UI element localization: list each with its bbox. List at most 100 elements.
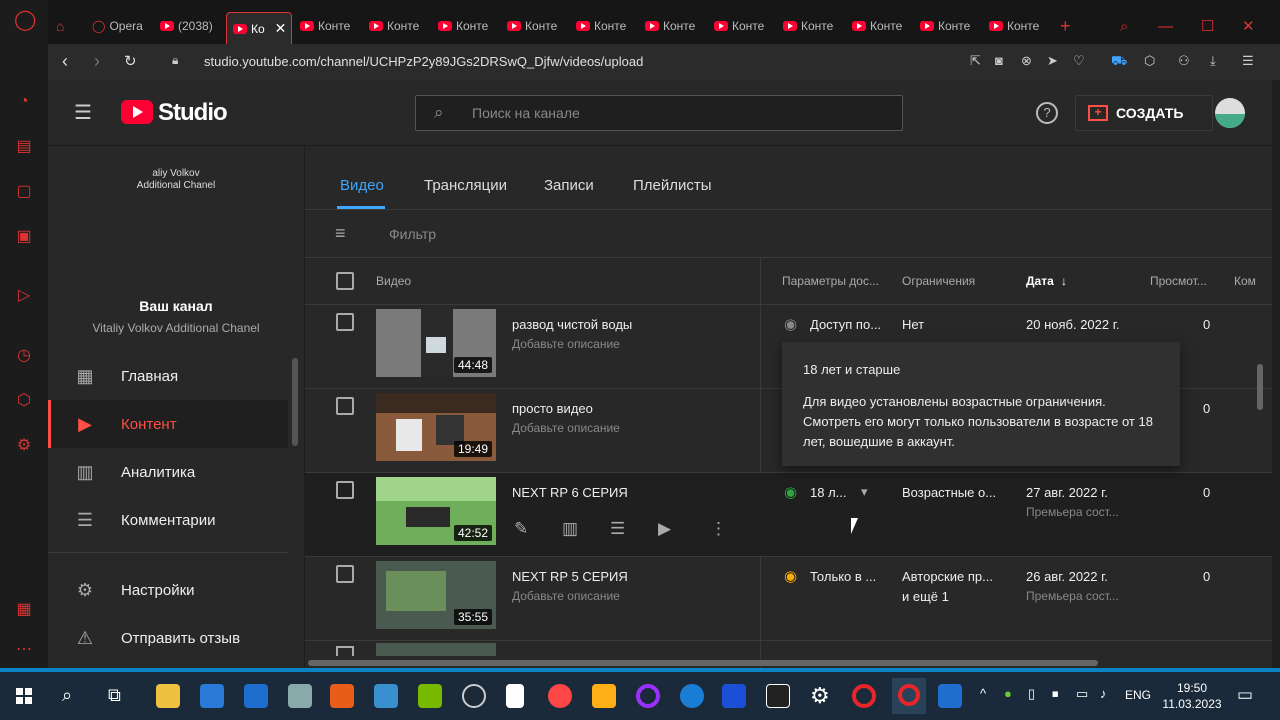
forward-icon[interactable]: › xyxy=(94,51,100,72)
row-checkbox[interactable] xyxy=(336,646,354,656)
adblock-icon[interactable]: ⊗ xyxy=(1021,53,1032,69)
share-icon[interactable]: ⇱ xyxy=(970,53,981,69)
channel-logo[interactable]: aliy Volkov Additional Chanel xyxy=(106,168,246,192)
studio-logo-text[interactable]: Studio xyxy=(158,99,228,127)
search-input[interactable]: Поиск на канале xyxy=(472,105,580,121)
comments-row-icon[interactable]: ☰ xyxy=(610,519,625,539)
sidebar-item-dashboard[interactable]: ▦ Главная xyxy=(48,352,288,400)
mail-icon[interactable] xyxy=(244,684,268,708)
gallery-icon[interactable]: ▦ xyxy=(14,600,34,620)
lock-icon[interactable]: 🔒︎ xyxy=(172,53,178,68)
close-tab-icon[interactable]: ✕ xyxy=(275,20,287,37)
video-title[interactable]: просто видео xyxy=(512,401,593,416)
tab-content[interactable]: Конте xyxy=(714,12,774,40)
volume-icon[interactable]: ♪ xyxy=(1100,686,1107,701)
col-date[interactable]: Дата xyxy=(1026,274,1054,288)
row-checkbox[interactable] xyxy=(336,481,354,499)
video-thumbnail[interactable] xyxy=(376,643,496,656)
visibility-value[interactable]: 18 л... xyxy=(810,485,847,500)
tab-content[interactable]: Конте xyxy=(576,12,636,40)
tray-arrow-icon[interactable]: ^ xyxy=(980,686,986,701)
extensions-icon[interactable]: ⬡ xyxy=(1144,53,1155,69)
account-icon[interactable]: ⚇ xyxy=(1178,53,1190,69)
language-indicator[interactable]: ENG xyxy=(1125,688,1151,702)
send-icon[interactable]: ➤ xyxy=(1047,53,1058,69)
filter-icon[interactable]: ≡ xyxy=(335,223,346,244)
visibility-value[interactable]: Только в ... xyxy=(810,569,876,584)
sidebar-item-feedback[interactable]: ⚠ Отправить отзыв xyxy=(48,614,288,662)
cart-icon[interactable]: ⛟ xyxy=(1111,53,1127,71)
video-thumbnail[interactable]: 44:48 xyxy=(376,309,496,377)
ea-icon[interactable] xyxy=(548,684,572,708)
opera-gx-taskbar-active[interactable] xyxy=(892,678,926,714)
avatar[interactable] xyxy=(1215,98,1245,128)
tab-videos[interactable]: Видео xyxy=(340,177,384,194)
heart-icon[interactable]: ♡ xyxy=(1073,53,1085,69)
filter-input[interactable]: Фильтр xyxy=(389,226,436,242)
video-title[interactable]: развод чистой воды xyxy=(512,317,632,332)
tab-content[interactable]: Конте xyxy=(989,12,1049,40)
tab-live[interactable]: Трансляции xyxy=(424,177,507,194)
url-text[interactable]: studio.youtube.com/channel/UCHPzP2y89JGs… xyxy=(204,54,643,69)
sidebar-item-content[interactable]: ▶ Контент xyxy=(48,400,288,448)
tray-network-icon[interactable]: ▭ xyxy=(1076,686,1088,702)
col-visibility[interactable]: Параметры дос... xyxy=(782,274,879,288)
hamburger-menu-icon[interactable]: ☰ xyxy=(74,100,92,125)
sidebar-scrollbar[interactable] xyxy=(292,358,298,446)
windows-start-icon[interactable] xyxy=(16,688,32,704)
tab-content[interactable]: Конте xyxy=(852,12,912,40)
new-tab-plus-icon[interactable]: + xyxy=(1060,12,1071,40)
row-checkbox[interactable] xyxy=(336,313,354,331)
settings-taskbar-icon[interactable]: ⚙ xyxy=(810,683,830,709)
document-icon[interactable] xyxy=(506,684,524,708)
sidebar-item-analytics[interactable]: ▥ Аналитика xyxy=(48,448,288,496)
file-explorer-icon[interactable] xyxy=(156,684,180,708)
nvidia-icon[interactable] xyxy=(418,684,442,708)
tab-playlists[interactable]: Плейлисты xyxy=(633,177,712,194)
options-icon[interactable]: ⋮ xyxy=(710,519,727,539)
video-thumbnail[interactable]: 42:52 xyxy=(376,477,496,545)
row-checkbox[interactable] xyxy=(336,397,354,415)
tab-content[interactable]: Конте xyxy=(920,12,980,40)
tray-device-icon[interactable]: ▯ xyxy=(1028,686,1035,702)
youtube-logo-icon[interactable] xyxy=(121,100,153,124)
tab-active-content[interactable]: Ко ✕ xyxy=(226,12,292,44)
table-row[interactable]: 42:52 NEXT RP 6 СЕРИЯ ✎ ▥ ☰ ▶ ⋮ ◉ 18 л..… xyxy=(305,473,1272,557)
notifications-icon[interactable]: ▭ xyxy=(1237,685,1253,705)
more-icon[interactable]: ⋯ xyxy=(14,640,34,660)
opera-logo-icon[interactable]: ◯ xyxy=(14,10,36,30)
sidebar-item-settings[interactable]: ⚙ Настройки xyxy=(48,566,288,614)
close-window-icon[interactable]: ✕ xyxy=(1242,12,1255,40)
task-view-icon[interactable]: ⧉ xyxy=(108,685,121,706)
analytics-row-icon[interactable]: ▥ xyxy=(562,519,578,539)
col-comments[interactable]: Ком xyxy=(1234,274,1256,288)
video-thumbnail[interactable]: 35:55 xyxy=(376,561,496,629)
search-taskbar-icon[interactable]: ⌕ xyxy=(62,685,72,706)
tab-content[interactable]: Конте xyxy=(300,12,360,40)
tab-content[interactable]: Конте xyxy=(645,12,705,40)
edit-icon[interactable]: ✎ xyxy=(514,519,528,539)
chip-icon[interactable]: ▣ xyxy=(14,227,34,247)
xo-app-icon[interactable] xyxy=(722,684,746,708)
sidebar-item-comments[interactable]: ☰ Комментарии xyxy=(48,496,288,544)
tray-app-icon[interactable]: ● xyxy=(1004,686,1012,701)
settings-opera-icon[interactable]: ⚙ xyxy=(14,436,34,456)
video-title[interactable]: NEXT RP 5 СЕРИЯ xyxy=(512,569,628,584)
easy-setup-icon[interactable]: ☰ xyxy=(1242,53,1254,69)
cube-icon[interactable]: ⬡ xyxy=(14,391,34,411)
vertical-scrollbar[interactable] xyxy=(1257,364,1263,410)
dropdown-arrow-icon[interactable]: ▾ xyxy=(861,484,868,500)
tab-posts[interactable]: Записи xyxy=(544,177,594,194)
help-icon[interactable]: ? xyxy=(1036,102,1058,124)
table-row[interactable]: 35:55 NEXT RP 5 СЕРИЯ Добавьте описание … xyxy=(305,557,1272,641)
search-box[interactable]: ⌕ Поиск на канале xyxy=(415,95,903,131)
media-player-icon[interactable] xyxy=(938,684,962,708)
download-icon[interactable]: ⤓ xyxy=(1210,53,1216,69)
player-icon[interactable]: ▷ xyxy=(14,286,34,306)
tray-mic-icon[interactable]: ⏹︎ xyxy=(1052,686,1059,702)
bluetooth-app-icon[interactable] xyxy=(680,684,704,708)
tab-youtube-2038[interactable]: (2038) xyxy=(160,12,220,40)
visibility-value[interactable]: Доступ по... xyxy=(810,317,881,332)
opera-taskbar-icon[interactable] xyxy=(852,684,876,708)
maximize-icon[interactable]: ☐ xyxy=(1201,12,1214,40)
